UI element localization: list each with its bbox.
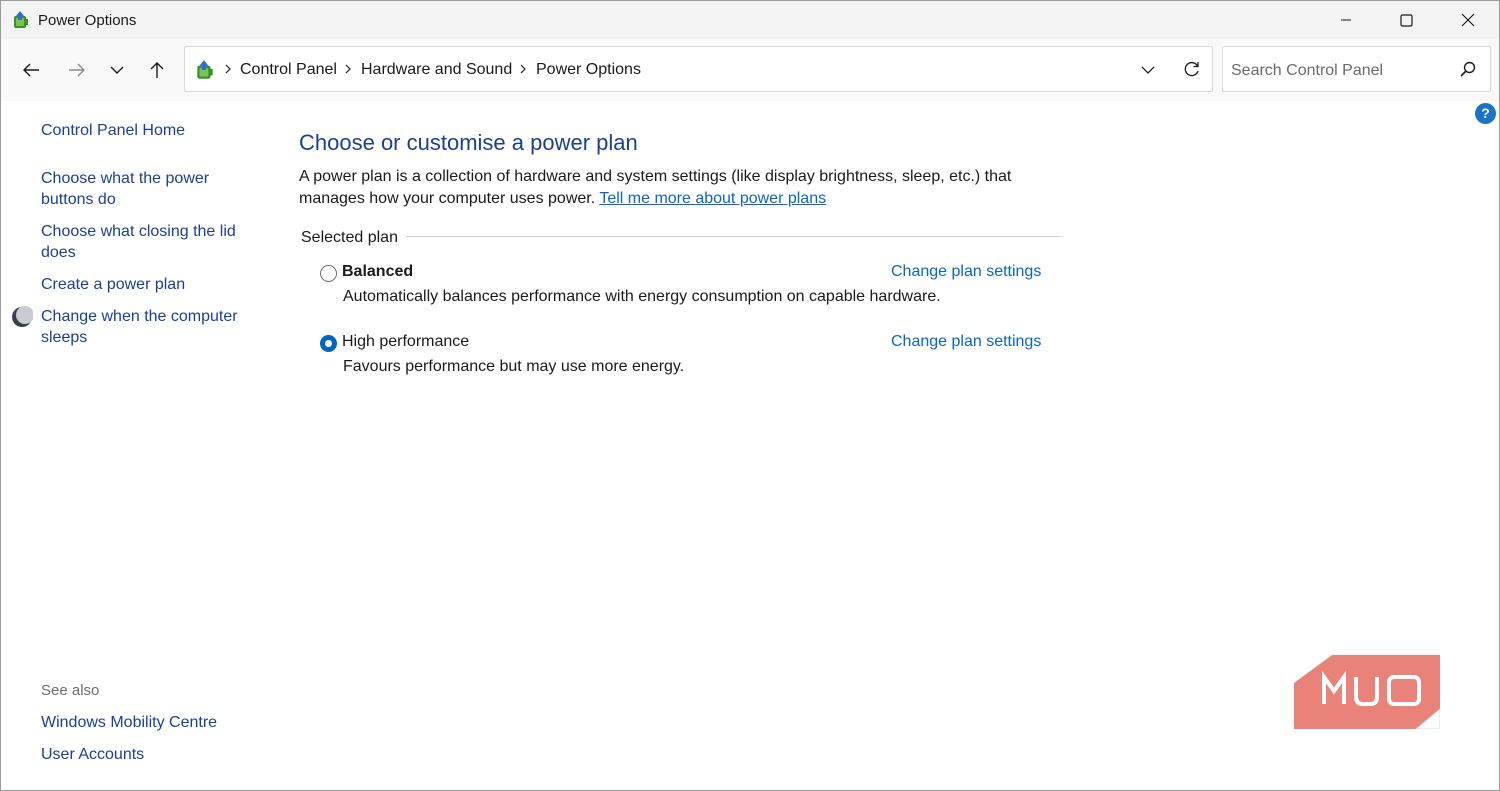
moon-icon [12, 306, 33, 327]
sidebar-link-power-buttons[interactable]: Choose what the power buttons do [41, 168, 231, 210]
address-bar[interactable]: Control Panel Hardware and Sound Power O… [184, 46, 1213, 92]
search-input[interactable]: Search Control Panel [1231, 62, 1383, 80]
recent-locations-button[interactable] [102, 53, 132, 87]
selected-plan-heading: Selected plan [301, 229, 406, 247]
close-button[interactable] [1437, 1, 1499, 39]
navigation-bar: Control Panel Hardware and Sound Power O… [1, 39, 1499, 101]
change-plan-settings-high-performance[interactable]: Change plan settings [891, 333, 1041, 351]
plan-name-balanced[interactable]: Balanced [342, 263, 413, 281]
chevron-down-icon [110, 66, 124, 74]
plan-name-high-performance[interactable]: High performance [342, 333, 469, 351]
page-title: Choose or customise a power plan [299, 130, 638, 155]
tell-me-more-link[interactable]: Tell me more about power plans [599, 190, 826, 207]
plan-description-high-performance: Favours performance but may use more ene… [343, 358, 685, 375]
maximize-button[interactable] [1375, 1, 1437, 39]
back-arrow-icon [23, 63, 39, 77]
plan-description-balanced: Automatically balances performance with … [343, 288, 941, 305]
breadcrumb-control-panel[interactable]: Control Panel [240, 61, 337, 79]
see-also-heading: See also [41, 682, 100, 699]
search-box[interactable]: Search Control Panel [1222, 46, 1491, 92]
up-button[interactable] [142, 53, 172, 87]
minimize-icon [1341, 19, 1351, 21]
maximize-icon [1399, 13, 1413, 27]
radio-high-performance[interactable] [320, 335, 337, 352]
minimize-button[interactable] [1315, 1, 1377, 39]
radio-balanced[interactable] [320, 265, 337, 282]
sidebar-link-computer-sleeps[interactable]: Change when the computer sleeps [41, 306, 251, 348]
chevron-down-icon[interactable] [1139, 61, 1157, 79]
sidebar-link-closing-lid[interactable]: Choose what closing the lid does [41, 221, 251, 263]
forward-button[interactable] [62, 53, 92, 87]
up-arrow-icon [150, 62, 164, 78]
chevron-right-icon [225, 64, 231, 74]
page-description: A power plan is a collection of hardware… [299, 166, 1039, 209]
breadcrumb-power-options[interactable]: Power Options [536, 61, 641, 79]
section-divider [301, 236, 1063, 237]
close-icon [1461, 13, 1475, 27]
chevron-right-icon[interactable] [517, 62, 529, 76]
see-also-user-accounts[interactable]: User Accounts [41, 744, 144, 765]
power-options-window: Power Options Control Panel Hardware and… [0, 0, 1500, 791]
sidebar-link-create-power-plan[interactable]: Create a power plan [41, 274, 185, 295]
sidebar-link-control-panel-home[interactable]: Control Panel Home [41, 120, 185, 141]
back-button[interactable] [16, 53, 46, 87]
breadcrumb-hardware-and-sound[interactable]: Hardware and Sound [361, 61, 512, 79]
window-title: Power Options [38, 12, 137, 29]
title-bar[interactable]: Power Options [1, 1, 1499, 39]
forward-arrow-icon [69, 63, 85, 77]
power-options-icon [197, 60, 213, 79]
see-also-mobility-centre[interactable]: Windows Mobility Centre [41, 712, 217, 733]
chevron-right-icon[interactable] [342, 62, 354, 76]
muo-logo [1294, 655, 1440, 729]
help-icon[interactable]: ? [1475, 103, 1496, 124]
search-icon[interactable] [1459, 60, 1477, 78]
power-options-icon [14, 11, 28, 28]
change-plan-settings-balanced[interactable]: Change plan settings [891, 263, 1041, 281]
refresh-icon[interactable] [1182, 59, 1202, 79]
